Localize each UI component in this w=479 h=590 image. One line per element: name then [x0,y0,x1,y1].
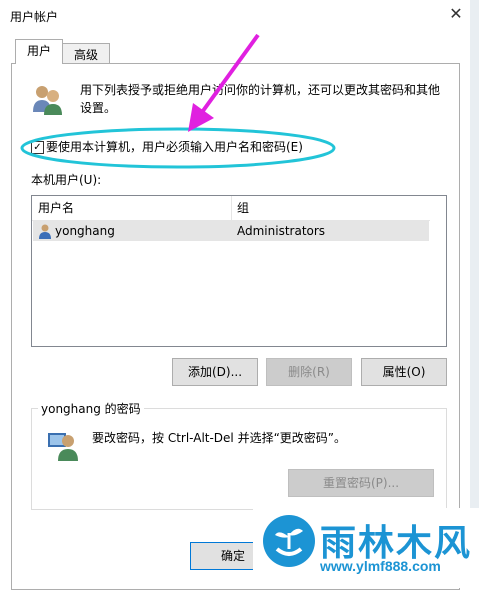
user-key-icon [46,427,80,461]
column-username[interactable]: 用户名 [38,199,74,217]
add-button[interactable]: 添加(D)... [172,358,258,386]
tab-users[interactable]: 用户 [15,39,63,64]
user-icon [37,223,53,239]
password-group-title: yonghang 的密码 [38,400,144,418]
users-list[interactable]: 用户名 组 yonghang Administrators [31,195,447,347]
watermark-logo-icon [263,515,315,567]
annotation-ellipse [20,127,336,169]
reset-password-button[interactable]: 重置密码(P)... [288,469,434,497]
watermark-url: www.ylmf888.com [320,558,441,574]
row-username: yonghang [55,224,115,238]
annotation-overlay [20,33,336,169]
column-group[interactable]: 组 [237,199,249,217]
remove-button[interactable]: 删除(R) [266,358,352,386]
table-row[interactable]: yonghang Administrators [33,221,429,241]
properties-button[interactable]: 属性(O) [361,358,447,386]
local-users-label: 本机用户(U): [31,173,102,187]
annotation-arrow-head [188,103,214,132]
row-group: Administrators [237,224,326,238]
password-instructions: 要改密码，按 Ctrl-Alt-Del 并选择“更改密码”。 [92,431,347,445]
annotation-arrow-shaft [198,33,260,117]
column-divider [231,196,232,220]
list-header: 用户名 组 [32,196,430,221]
